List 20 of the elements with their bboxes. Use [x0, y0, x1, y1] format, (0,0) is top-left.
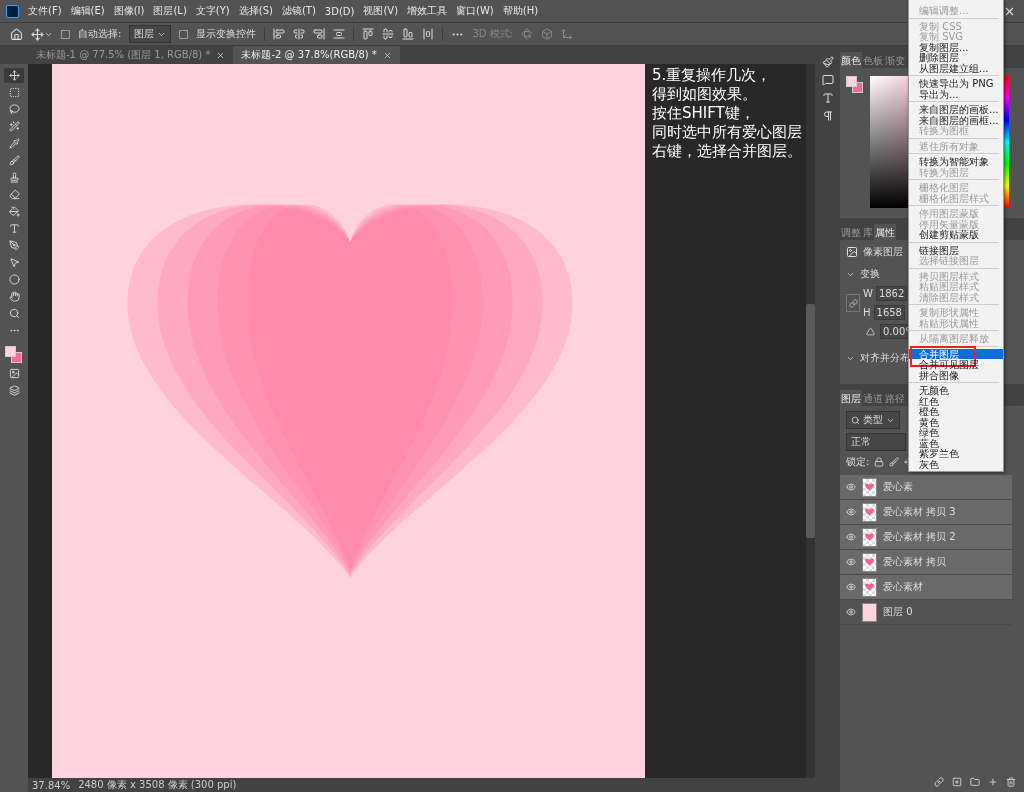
width-label: W — [863, 288, 873, 299]
instruction-text: 右键，选择合并图层。 — [652, 142, 803, 161]
instruction-text: 按住SHIFT键， — [652, 104, 756, 123]
height-label: H — [863, 307, 871, 318]
zoom-level: 37.84% — [32, 779, 71, 791]
instruction-text: 得到如图效果。 — [652, 85, 758, 104]
section-title: 变换 — [860, 267, 880, 281]
lock-label: 锁定: — [846, 455, 870, 469]
layer-name: 爱心素材 — [883, 580, 923, 594]
document-info: 2480 像素 x 3508 像素 (300 ppi) — [78, 778, 237, 792]
layer-name: 爱心素材 拷贝 2 — [883, 530, 956, 544]
auto-select-label: 自动选择: — [78, 27, 122, 41]
layer-name: 图层 0 — [883, 605, 913, 619]
layer-kind-label: 像素图层 — [863, 245, 903, 259]
instruction-text: 同时选中所有爱心图层 — [652, 123, 803, 142]
instruction-text: 5.重复操作几次， — [652, 66, 773, 85]
layer-name: 爱心素材 拷贝 3 — [883, 505, 956, 519]
layer-name: 爱心素材 拷贝 — [883, 555, 947, 569]
layer-name: 爱心素 — [883, 480, 913, 494]
show-transform-label: 显示变换控件 — [196, 27, 257, 41]
